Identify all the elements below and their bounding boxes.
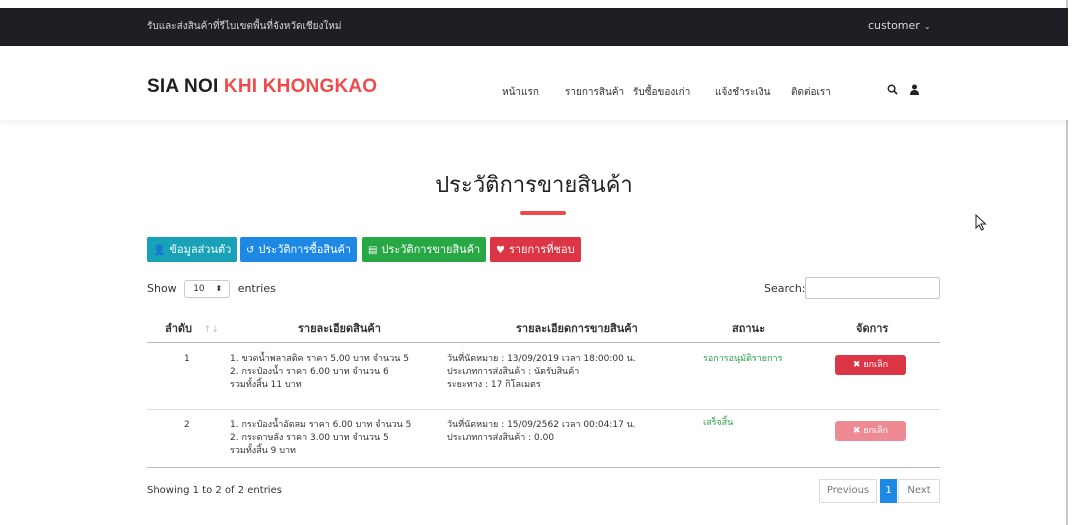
th-product-details[interactable]: รายละเอียดสินค้า xyxy=(298,319,381,337)
show-label: Show xyxy=(147,282,177,295)
heart-icon: ♥ xyxy=(496,245,505,256)
title-underline xyxy=(520,211,566,215)
cancel-button-label: ยกเลิก xyxy=(863,360,889,370)
search-label: Search: xyxy=(764,282,806,295)
main-navbar: SIA NOI KHI KHONGKAO หน้าแรก รายการสินค้… xyxy=(0,46,1068,120)
list-icon: ▤ xyxy=(368,245,378,256)
brand-part1: SIA NOI xyxy=(147,76,219,97)
delivery-type: ประเภทการส่งสินค้า : นัดรับสินค้า xyxy=(447,367,580,377)
search-input[interactable] xyxy=(805,277,940,299)
status-badge: รอการอนุมัติรายการ xyxy=(703,354,783,364)
status-badge: เสร็จสิ้น xyxy=(703,418,734,428)
th-number[interactable]: ลำดับ ↑↓ xyxy=(165,319,219,337)
pagination-next[interactable]: Next xyxy=(898,479,940,503)
sale-details: วันที่นัดหมาย : 13/09/2019 เวลา 18:00:00… xyxy=(447,353,636,392)
sale-details: วันที่นัดหมาย : 15/09/2562 เวลา 00:04:17… xyxy=(447,419,636,445)
brand-part2: KHI KHONGKAO xyxy=(223,76,378,97)
product-total: รวมทั้งสิ้น 11 บาท xyxy=(230,380,302,390)
close-icon: ✖ xyxy=(852,426,861,436)
page-title: ประวัติการขายสินค้า xyxy=(435,173,633,198)
th-actions[interactable]: จัดการ xyxy=(856,319,888,337)
delivery-type: ประเภทการส่งสินค้า : 0.00 xyxy=(447,433,555,443)
nav-payment[interactable]: แจ้งชำระเงิน xyxy=(715,85,770,100)
top-bar: รับและส่งสินค้าที่รีไบเขตพื้นที่จังหวัดเ… xyxy=(0,8,1068,46)
nav-products[interactable]: รายการสินค้า xyxy=(565,85,624,100)
row-number: 2 xyxy=(184,420,190,430)
product-line: 1. กระป๋องน้ำอัดลม ราคา 6.00 บาท จำนวน 5 xyxy=(230,420,412,430)
tab-profile-label: ข้อมูลส่วนตัว xyxy=(169,243,232,256)
tab-purchase-history[interactable]: ↺ ประวัติการซื้อสินค้า xyxy=(240,237,358,262)
nav-home[interactable]: หน้าแรก xyxy=(502,85,539,100)
product-total: รวมทั้งสิ้น 9 บาท xyxy=(230,446,296,456)
table-header-divider xyxy=(147,342,940,343)
cancel-button[interactable]: ✖ ยกเลิก xyxy=(835,421,906,441)
user-menu[interactable]: customer ⌄ xyxy=(868,19,931,32)
user-menu-label: customer xyxy=(868,19,920,32)
close-icon: ✖ xyxy=(852,360,861,370)
entries-label: entries xyxy=(237,282,276,295)
brand-logo[interactable]: SIA NOI KHI KHONGKAO xyxy=(147,76,377,98)
th-number-label: ลำดับ xyxy=(165,322,193,335)
entries-length-control: Show 10 ⬍ entries xyxy=(147,280,276,298)
appointment-date: วันที่นัดหมาย : 15/09/2562 เวลา 00:04:17… xyxy=(447,420,636,430)
product-line: 1. ขวดน้ำพลาสติค ราคา 5.00 บาท จำนวน 5 xyxy=(230,354,409,364)
browser-viewport: รับและส่งสินค้าที่รีไบเขตพื้นที่จังหวัดเ… xyxy=(0,0,1068,525)
appointment-date: วันที่นัดหมาย : 13/09/2019 เวลา 18:00:00… xyxy=(447,354,636,364)
entries-select[interactable]: 10 ⬍ xyxy=(184,280,231,298)
tab-purchase-history-label: ประวัติการซื้อสินค้า xyxy=(258,243,352,256)
table-bottom-divider xyxy=(147,467,940,468)
pagination-page-1[interactable]: 1 xyxy=(880,479,897,503)
table-info: Showing 1 to 2 of 2 entries xyxy=(147,485,282,496)
chevron-down-icon: ⌄ xyxy=(923,22,931,31)
nav-buy-used[interactable]: รับซื้อของเก่า xyxy=(633,85,690,100)
cancel-button-label: ยกเลิก xyxy=(863,426,889,436)
product-details: 1. กระป๋องน้ำอัดลม ราคา 6.00 บาท จำนวน 5… xyxy=(230,419,411,458)
pagination-previous[interactable]: Previous xyxy=(819,479,877,503)
th-status[interactable]: สถานะ xyxy=(732,319,765,337)
cancel-button[interactable]: ✖ ยกเลิก xyxy=(835,355,906,375)
mouse-cursor-icon xyxy=(975,213,987,235)
th-sale-details[interactable]: รายละเอียดการขายสินค้า xyxy=(516,319,638,337)
product-details: 1. ขวดน้ำพลาสติค ราคา 5.00 บาท จำนวน 5 2… xyxy=(230,353,409,392)
user-icon[interactable] xyxy=(910,80,919,99)
window-edge xyxy=(1068,0,1080,525)
tab-profile[interactable]: 👤 ข้อมูลส่วนตัว xyxy=(147,237,238,262)
tab-favorites[interactable]: ♥ รายการที่ชอบ xyxy=(490,237,581,262)
search-icon[interactable] xyxy=(887,80,898,99)
tab-sales-history[interactable]: ▤ ประวัติการขายสินค้า xyxy=(362,237,487,262)
entries-select-value: 10 xyxy=(193,284,205,294)
user-icon: 👤 xyxy=(153,245,166,256)
tab-sales-history-label: ประวัติการขายสินค้า xyxy=(381,243,481,256)
select-arrows-icon: ⬍ xyxy=(215,284,223,293)
service-notice: รับและส่งสินค้าที่รีไบเขตพื้นที่จังหวัดเ… xyxy=(147,21,342,32)
distance: ระยะทาง : 17 กิโลเมตร xyxy=(447,380,541,390)
product-line: 2. กระป๋องน้ำ ราคา 6.00 บาท จำนวน 6 xyxy=(230,367,389,377)
product-line: 2. กระดาษลัง ราคา 3.00 บาท จำนวน 5 xyxy=(230,433,389,443)
tab-favorites-label: รายการที่ชอบ xyxy=(508,243,575,256)
nav-contact[interactable]: ติดต่อเรา xyxy=(791,85,831,100)
sort-icon: ↑↓ xyxy=(203,325,219,335)
history-icon: ↺ xyxy=(246,245,255,256)
row-divider xyxy=(147,409,940,410)
row-number: 1 xyxy=(184,354,190,364)
